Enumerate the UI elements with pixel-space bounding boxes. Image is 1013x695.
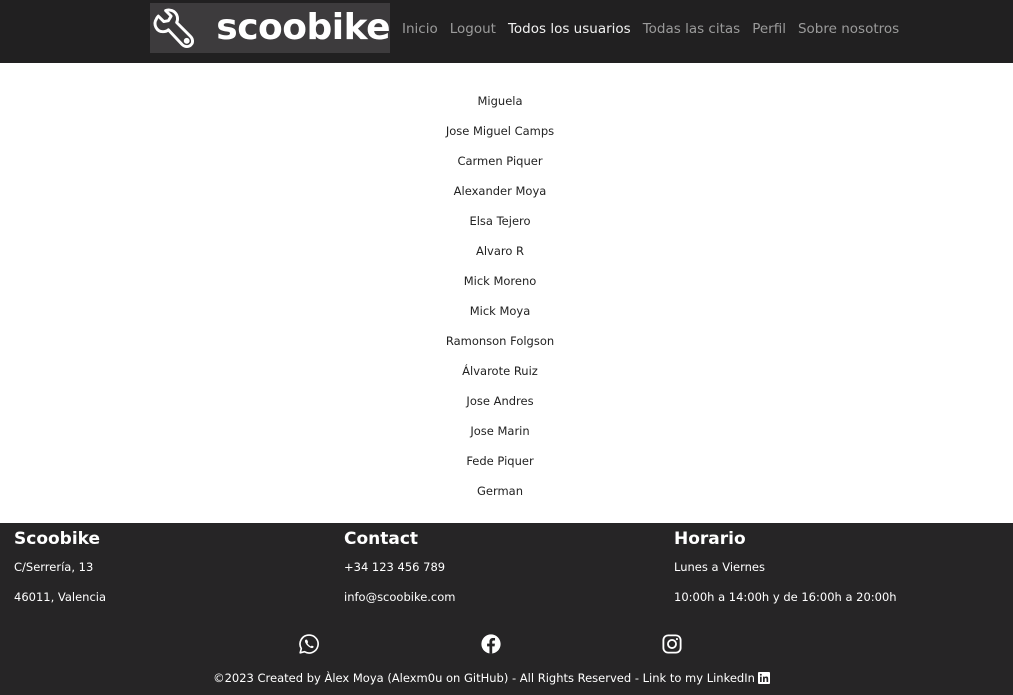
user-list-item[interactable]: Miguela xyxy=(477,88,522,118)
user-list-item[interactable]: Alvaro R xyxy=(476,238,524,268)
nav-link-perfil[interactable]: Perfil xyxy=(746,18,792,40)
navbar: scoobike Inicio Logout Todos los usuarios T… xyxy=(0,0,1013,63)
facebook-icon[interactable] xyxy=(480,633,502,655)
footer-contact-title: Contact xyxy=(344,529,419,549)
nav-link-todos-los-usuarios[interactable]: Todos los usuarios xyxy=(502,18,637,40)
footer-phone: +34 123 456 789 xyxy=(344,560,446,574)
brand-logo[interactable]: scoobike xyxy=(150,3,390,53)
wrench-icon xyxy=(153,8,195,48)
nav-link-inicio[interactable]: Inicio xyxy=(396,18,444,40)
user-list-item[interactable]: Álvarote Ruiz xyxy=(462,358,538,388)
user-list-item[interactable]: Mick Moreno xyxy=(464,268,537,298)
user-list-item[interactable]: Jose Andres xyxy=(466,388,533,418)
user-list-item[interactable]: Ramonson Folgson xyxy=(446,328,554,358)
whatsapp-icon[interactable] xyxy=(298,633,320,655)
copyright-text: ©2023 Created by Àlex Moya (Alexm0u on G… xyxy=(213,671,755,685)
footer-days: Lunes a Viernes xyxy=(674,560,765,574)
footer-company-title: Scoobike xyxy=(14,529,101,549)
user-list: Miguela Jose Miguel Camps Carmen Piquer Ale… xyxy=(0,88,1000,508)
user-list-item[interactable]: Jose Miguel Camps xyxy=(446,118,554,148)
user-list-item[interactable]: German xyxy=(477,478,523,508)
footer: Scoobike C/Serrería, 13 46011, Valencia … xyxy=(0,523,1013,695)
instagram-icon[interactable] xyxy=(661,633,683,655)
user-list-item[interactable]: Jose Marin xyxy=(470,418,529,448)
nav-link-logout[interactable]: Logout xyxy=(444,18,502,40)
footer-city: 46011, Valencia xyxy=(14,590,107,604)
user-list-item[interactable]: Fede Piquer xyxy=(466,448,533,478)
footer-email[interactable]: info@scoobike.com xyxy=(344,590,456,604)
brand-name: scoobike xyxy=(216,7,390,48)
nav-link-todas-las-citas[interactable]: Todas las citas xyxy=(637,18,747,40)
user-list-item[interactable]: Elsa Tejero xyxy=(469,208,530,238)
linkedin-icon[interactable] xyxy=(757,672,770,684)
user-list-item[interactable]: Alexander Moya xyxy=(454,178,547,208)
user-list-item[interactable]: Carmen Piquer xyxy=(457,148,542,178)
nav-links: Inicio Logout Todos los usuarios Todas las … xyxy=(396,18,905,40)
nav-link-sobre-nosotros[interactable]: Sobre nosotros xyxy=(792,18,905,40)
footer-time: 10:00h a 14:00h y de 16:00h a 20:00h xyxy=(674,590,897,604)
footer-address: C/Serrería, 13 xyxy=(14,560,94,574)
user-list-item[interactable]: Mick Moya xyxy=(470,298,531,328)
footer-copyright: ©2023 Created by Àlex Moya (Alexm0u on G… xyxy=(0,671,983,685)
footer-hours-title: Horario xyxy=(674,529,746,549)
